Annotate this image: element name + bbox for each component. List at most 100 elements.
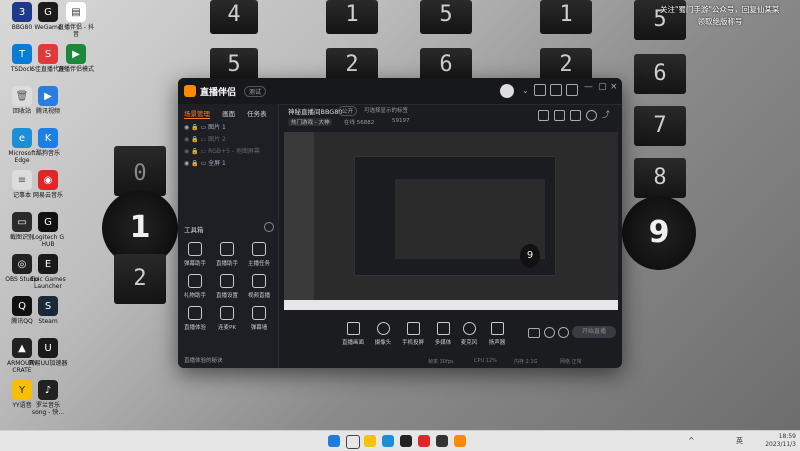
- epic-icon: E: [38, 254, 58, 274]
- microphone-button[interactable]: 麦克风: [454, 322, 484, 346]
- record-icon[interactable]: [528, 328, 540, 338]
- feedback-icon[interactable]: [550, 84, 562, 96]
- bell-icon[interactable]: [586, 110, 597, 121]
- clock-digit: 2: [540, 48, 592, 82]
- tool-button[interactable]: 连麦PK: [214, 306, 240, 331]
- maximize-icon[interactable]: ▢: [598, 82, 607, 92]
- app-icon[interactable]: [418, 435, 430, 447]
- stream-companion-taskbar-icon[interactable]: [454, 435, 466, 447]
- tab-scenes[interactable]: 场景管理: [184, 108, 210, 119]
- clock-digit: 6: [634, 54, 686, 94]
- app-icon: U: [38, 338, 58, 358]
- clock-digit: 1: [326, 0, 378, 34]
- tool-button[interactable]: 主播任务: [246, 242, 272, 267]
- chevron-down-icon[interactable]: ⌄: [522, 86, 529, 95]
- monitor-icon: [346, 322, 360, 335]
- clock-digit: 2: [114, 254, 166, 304]
- overlay-line: 关注"蜀门手游"公众号，回复仙某某: [660, 5, 780, 14]
- start-stream-button[interactable]: 开始直播: [572, 326, 616, 338]
- desktop-icon[interactable]: ◉ 网易云音乐: [28, 170, 68, 199]
- app-icon: G: [38, 212, 58, 232]
- desktop-icon[interactable]: U 网易UU加速器: [28, 338, 68, 367]
- status-item: CPU 12%: [474, 358, 497, 364]
- file-explorer-icon[interactable]: [364, 435, 376, 447]
- share-icon[interactable]: [538, 110, 549, 121]
- app-name: 直播伴侣: [200, 88, 237, 98]
- scene-item[interactable]: ◉ 🔒 ▭ RGB+5 - 地图屏幕: [184, 146, 260, 155]
- close-icon[interactable]: ×: [610, 82, 618, 92]
- speaker-icon: [490, 322, 504, 335]
- tool-icon: [220, 242, 234, 256]
- media-icon: [436, 322, 450, 335]
- lock-icon[interactable]: [554, 110, 565, 121]
- phone-icon: [406, 322, 420, 335]
- minimize-icon[interactable]: —: [584, 82, 593, 92]
- search-icon[interactable]: [346, 435, 360, 449]
- app-icon: ◉: [38, 170, 58, 190]
- scene-item[interactable]: ◉ 🔒 ▭ 全屏 1: [184, 158, 226, 167]
- desktop-icon[interactable]: S Steam: [28, 296, 68, 325]
- share-link-icon[interactable]: ⤴: [602, 109, 610, 120]
- source-screen-button[interactable]: 直播画面: [338, 322, 368, 346]
- clock-digit: 4: [210, 0, 258, 34]
- tool-icon: [220, 274, 234, 288]
- tool-button[interactable]: 直播助手: [214, 242, 240, 267]
- camera-button[interactable]: 摄像头: [368, 322, 398, 346]
- desktop-icon[interactable]: ▶ 腾讯视频: [28, 86, 68, 115]
- desktop-icon[interactable]: ▶ 直播伴侣模式: [56, 44, 96, 73]
- menu-icon[interactable]: [566, 84, 578, 96]
- tray-chevron-icon[interactable]: ^: [688, 436, 695, 445]
- left-footer-link[interactable]: 直播体验的秘诀: [184, 356, 223, 364]
- speaker-button[interactable]: 扬声器: [482, 322, 512, 346]
- visibility-badge[interactable]: 公开: [338, 106, 358, 116]
- version-badge[interactable]: 测试: [244, 86, 267, 97]
- gear-icon[interactable]: [558, 327, 569, 338]
- clock[interactable]: 18:59 2023/11/3: [752, 433, 796, 449]
- tab-tasks[interactable]: 任务表: [247, 108, 267, 118]
- tool-button[interactable]: 直播体验: [182, 306, 208, 331]
- screen-icon[interactable]: [570, 110, 581, 121]
- desktop-icon[interactable]: G Logitech G HUB: [28, 212, 68, 248]
- clock-digit-current: 9: [622, 196, 696, 270]
- start-icon[interactable]: [328, 435, 340, 447]
- tool-button[interactable]: 直播设置: [214, 274, 240, 299]
- avatar[interactable]: [500, 84, 514, 98]
- app-icon[interactable]: [436, 435, 448, 447]
- scene-item[interactable]: ◉ 🔒 ▭ 图片 1: [184, 122, 226, 131]
- desktop-icon[interactable]: E Epic Games Launcher: [28, 254, 68, 290]
- stream-subtitle[interactable]: 可选择显示的标签: [364, 106, 408, 114]
- tool-icon: [252, 306, 266, 320]
- status-bar: 帧率 30fps CPU 12% 内存 2.1G 网络 正常: [278, 358, 622, 368]
- preview-canvas[interactable]: 9: [284, 132, 618, 310]
- app-logo-icon: [184, 85, 196, 97]
- stream-title[interactable]: 神秘直播间BBG80: [288, 106, 343, 116]
- category-chip[interactable]: 热门游戏 - 大神: [288, 118, 333, 126]
- more-icon[interactable]: [264, 222, 274, 232]
- desktop-icon[interactable]: ▤ 直播伴侣 - 抖音: [56, 2, 96, 38]
- taskbar: ^ 英 18:59 2023/11/3: [0, 430, 800, 451]
- edge-icon[interactable]: [382, 435, 394, 447]
- ime-indicator[interactable]: 英: [736, 436, 743, 446]
- tool-button[interactable]: 礼物助手: [182, 274, 208, 299]
- tool-icon: [188, 306, 202, 320]
- phone-cast-button[interactable]: 手机投屏: [398, 322, 428, 346]
- clock-digit: 5: [210, 48, 258, 82]
- tool-button[interactable]: 弹幕助手: [182, 242, 208, 267]
- stat-likes: 59197: [392, 118, 410, 124]
- mirrored-taskbar: [284, 300, 618, 310]
- app-icon[interactable]: [400, 435, 412, 447]
- desktop-icon[interactable]: K 酷狗音乐: [28, 128, 68, 157]
- eye-icon[interactable]: [544, 327, 555, 338]
- app-icon: K: [38, 128, 58, 148]
- status-item: 内存 2.1G: [514, 359, 538, 365]
- tool-icon: [188, 242, 202, 256]
- scene-item[interactable]: ◉ 🔒 ▭ 图片 2: [184, 134, 226, 143]
- tool-button[interactable]: 弹幕墙: [246, 306, 272, 331]
- tab-canvas[interactable]: 画面: [222, 108, 235, 118]
- settings-icon[interactable]: [534, 84, 546, 96]
- tool-icon: [188, 274, 202, 288]
- tool-button[interactable]: 视频直播: [246, 274, 272, 299]
- desktop-icon[interactable]: ♪ 罗兰音乐 song - 快...: [28, 380, 68, 416]
- clock-digit: 1: [540, 0, 592, 34]
- status-item: 帧率 30fps: [428, 359, 454, 365]
